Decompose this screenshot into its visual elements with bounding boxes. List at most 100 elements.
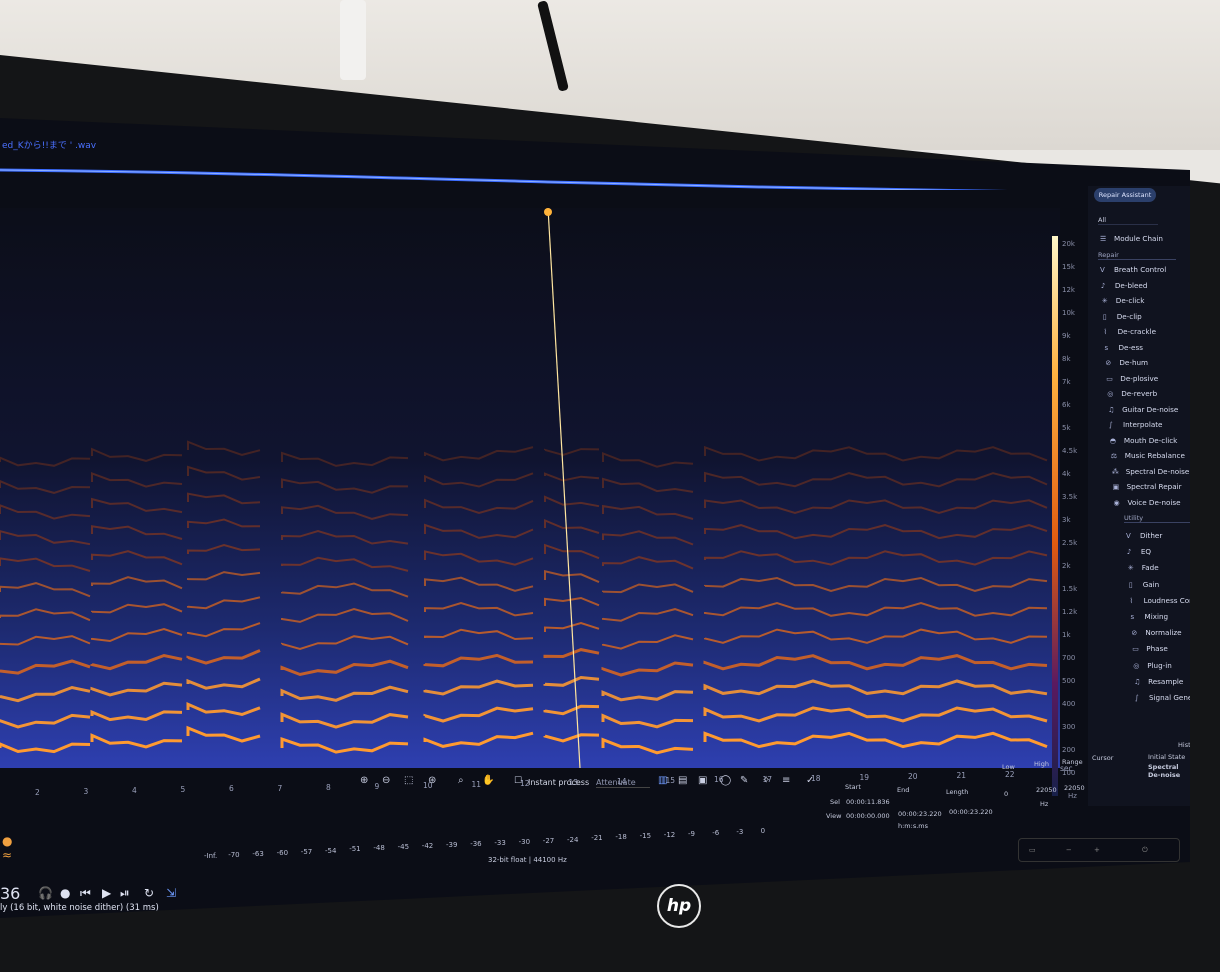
headphones-icon[interactable]: 🎧: [38, 886, 53, 900]
module-item[interactable]: s De-ess: [1105, 343, 1143, 352]
module-item[interactable]: ⊘ Normalize: [1131, 628, 1181, 637]
lasso-icon[interactable]: ◯: [720, 775, 731, 786]
module-item[interactable]: ♫ Guitar De-noise: [1108, 405, 1178, 414]
brush-icon[interactable]: ✎: [740, 775, 748, 786]
module-item[interactable]: ✳ De-click: [1102, 296, 1145, 305]
waveform-overview[interactable]: [0, 166, 1035, 190]
waveform-toggle-icon[interactable]: ● ≈: [2, 834, 12, 862]
view-label: View: [826, 812, 842, 820]
repair-assistant-button[interactable]: Repair Assistant: [1094, 188, 1156, 202]
module-filter-select[interactable]: All: [1098, 216, 1158, 225]
time-tick: 4: [132, 786, 137, 796]
module-item[interactable]: ⊘ De-hum: [1105, 358, 1148, 367]
frequency-select-icon[interactable]: ▤: [678, 775, 687, 786]
module-label: Phase: [1146, 644, 1168, 654]
mode-select[interactable]: Attenuate: [596, 778, 650, 788]
zoom-out-icon[interactable]: ⊖: [382, 775, 390, 786]
low-label: Low: [1002, 763, 1015, 771]
module-item[interactable]: ⚖ Music Rebalance: [1111, 451, 1185, 460]
module-item[interactable]: ▣ Spectral Repair: [1113, 482, 1182, 491]
loop-icon[interactable]: ↻: [144, 886, 154, 900]
harmonic-select-icon[interactable]: ≡: [782, 775, 790, 786]
hp-logo: hp: [657, 884, 701, 928]
frequency-tick: 4k: [1062, 470, 1071, 478]
spectrogram[interactable]: [0, 208, 1060, 768]
export-icon[interactable]: ⇲: [166, 886, 176, 900]
instant-process-checkbox[interactable]: ☐: [514, 776, 522, 786]
zoom-in-icon[interactable]: ⊕: [360, 775, 368, 786]
module-item[interactable]: ▯ De-clip: [1103, 312, 1142, 321]
repair-section-header[interactable]: Repair: [1098, 251, 1176, 260]
hand-icon[interactable]: ✋: [482, 775, 494, 786]
frequency-tick: 1.5k: [1062, 585, 1078, 593]
module-item[interactable]: ♫ Resample: [1134, 677, 1183, 686]
module-item[interactable]: ▭ De-plosive: [1106, 374, 1158, 383]
play-selection-icon[interactable]: ⏯: [120, 886, 130, 901]
skip-back-icon[interactable]: ⏮: [80, 886, 91, 901]
module-item[interactable]: ✳ Fade: [1128, 563, 1159, 572]
view-end-field[interactable]: 00:00:23.220: [898, 810, 942, 818]
module-item[interactable]: ᐯ Dither: [1126, 531, 1162, 540]
time-select-icon[interactable]: ▥: [658, 775, 667, 786]
utility-section-header[interactable]: Utility: [1124, 514, 1190, 523]
gain-icon: ▯: [1128, 580, 1133, 589]
module-item[interactable]: ∫ Interpolate: [1109, 420, 1162, 429]
meter-tick: 0: [760, 826, 766, 835]
meter-tick: -24: [567, 835, 579, 844]
module-item[interactable]: ◓ Mouth De-click: [1110, 436, 1177, 445]
time-frequency-select-icon[interactable]: ▣: [698, 775, 707, 786]
monitor-button-icon[interactable]: ▭: [1029, 846, 1036, 854]
module-item[interactable]: ◎ Plug-in: [1133, 661, 1172, 670]
module-item[interactable]: ⁂ Spectral De-noise: [1112, 467, 1190, 476]
frequency-tick: 9k: [1062, 332, 1071, 340]
sel-start-field[interactable]: 00:00:11.836: [846, 798, 890, 806]
module-label: Signal Generator: [1149, 693, 1190, 702]
low-field[interactable]: 0: [1004, 790, 1008, 798]
eq-icon: ♪: [1126, 548, 1132, 557]
frequency-tick: 6k: [1062, 401, 1071, 409]
monitor-buttons[interactable]: ▭ − + ⏻: [1018, 838, 1180, 862]
play-icon[interactable]: ▶: [102, 886, 111, 900]
history-title: History: [1178, 741, 1190, 749]
module-item[interactable]: ∫ Signal Generator: [1135, 693, 1190, 702]
meter-tick: -9: [688, 830, 695, 838]
plus-icon[interactable]: +: [1094, 846, 1100, 854]
module-item[interactable]: ♪ De-bleed: [1101, 281, 1148, 290]
module-item[interactable]: ▭ Phase: [1132, 644, 1167, 653]
module-chain-button[interactable]: ☰ Module Chain: [1100, 234, 1163, 243]
module-item[interactable]: ◎ De-reverb: [1107, 389, 1157, 398]
time-unit: h:m:s.ms: [898, 822, 929, 830]
view-length-field[interactable]: 00:00:23.220: [949, 808, 993, 816]
module-label: Plug-in: [1147, 660, 1172, 670]
module-label: De-crackle: [1117, 327, 1156, 336]
high-field[interactable]: 22050: [1036, 786, 1057, 794]
checkmark-icon[interactable]: ✓: [806, 775, 814, 786]
module-item[interactable]: ◉ Voice De-noise: [1114, 498, 1181, 507]
module-item[interactable]: s Mixing: [1131, 612, 1169, 621]
power-icon[interactable]: ⏻: [1142, 846, 1148, 854]
record-icon[interactable]: ●: [60, 886, 70, 900]
module-item[interactable]: ⌇ De-crackle: [1104, 327, 1156, 336]
minus-icon[interactable]: −: [1066, 846, 1072, 854]
history-item[interactable]: Initial State: [1148, 753, 1185, 761]
module-item[interactable]: ⌇ Loudness Control: [1130, 596, 1190, 605]
time-tick: 5: [180, 785, 186, 795]
zoom-selection-icon[interactable]: ⬚: [404, 775, 413, 786]
magic-wand-icon[interactable]: ✧: [762, 775, 770, 786]
magnify-icon[interactable]: ⌕: [458, 775, 464, 786]
view-start-field[interactable]: 00:00:00.000: [846, 812, 890, 820]
zoom-all-icon[interactable]: ⊛: [428, 775, 436, 786]
time-tick: 6: [229, 784, 234, 794]
module-label: De-ess: [1118, 342, 1143, 352]
meter-tick: -30: [518, 837, 531, 846]
frequency-tick: 1.2k: [1062, 608, 1078, 616]
module-item[interactable]: ♪ EQ: [1127, 547, 1151, 556]
frequency-tick: 2.5k: [1062, 539, 1078, 547]
history-item[interactable]: Spectral De-noise: [1148, 763, 1190, 779]
module-item[interactable]: ▯ Gain: [1129, 580, 1160, 589]
module-label: Guitar De-noise: [1122, 404, 1179, 414]
frequency-tick: 7k: [1062, 378, 1071, 386]
module-item[interactable]: ᐯ Breath Control: [1100, 265, 1166, 274]
dither-icon: ᐯ: [1126, 532, 1131, 540]
range-field[interactable]: 22050: [1064, 784, 1085, 792]
